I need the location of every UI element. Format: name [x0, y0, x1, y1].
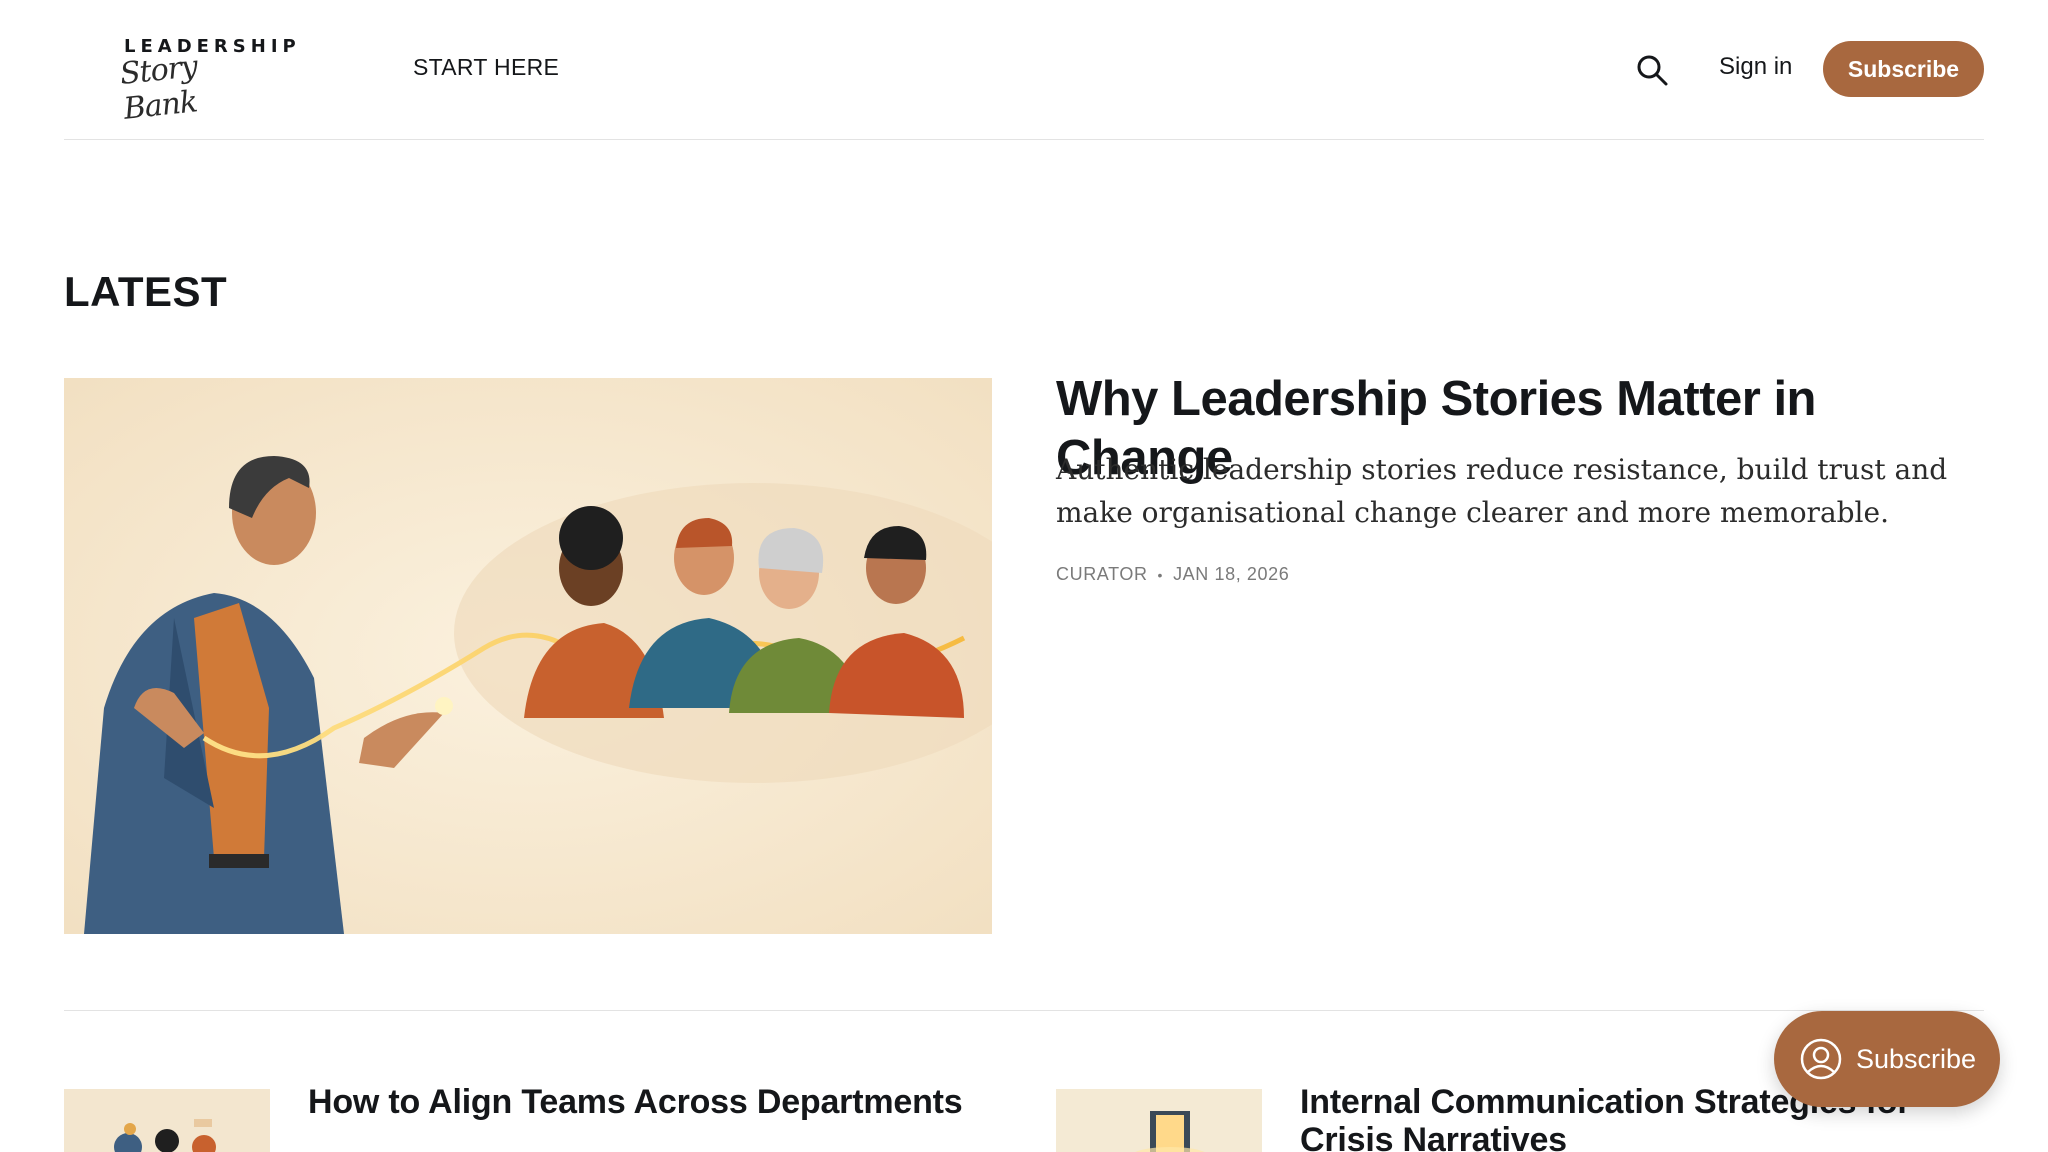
- card-title[interactable]: How to Align Teams Across Departments: [308, 1083, 988, 1121]
- nav-start-here[interactable]: START HERE: [413, 54, 559, 81]
- page: LEADERSHIP Story Bank START HERE Sign in…: [0, 0, 2048, 1152]
- search-icon: [1637, 55, 1668, 86]
- card-thumbnail[interactable]: [1056, 1089, 1262, 1152]
- sign-in-link[interactable]: Sign in: [1719, 53, 1792, 81]
- section-title-latest: LATEST: [64, 268, 228, 315]
- site-header: LEADERSHIP Story Bank START HERE Sign in…: [64, 0, 1984, 140]
- post-author[interactable]: CURATOR: [1056, 564, 1148, 585]
- floating-subscribe-label: Subscribe: [1856, 1043, 1977, 1074]
- section-divider: [64, 1010, 1984, 1011]
- floating-subscribe-button[interactable]: Subscribe: [1774, 1011, 2000, 1107]
- featured-post-image[interactable]: [64, 378, 992, 934]
- subscribe-button[interactable]: Subscribe: [1823, 41, 1984, 97]
- user-circle-icon: [1800, 1038, 1842, 1080]
- post-date: JAN 18, 2026: [1173, 564, 1290, 584]
- meta-separator: •: [1157, 566, 1164, 583]
- site-logo[interactable]: LEADERSHIP Story Bank: [118, 36, 295, 127]
- featured-post-meta: CURATOR • JAN 18, 2026: [1056, 564, 1289, 585]
- featured-post-excerpt: Authentic leadership stories reduce resi…: [1056, 453, 1948, 529]
- logo-script: Story Bank: [118, 49, 199, 127]
- search-button[interactable]: [1634, 52, 1670, 88]
- card-thumbnail[interactable]: [64, 1089, 270, 1152]
